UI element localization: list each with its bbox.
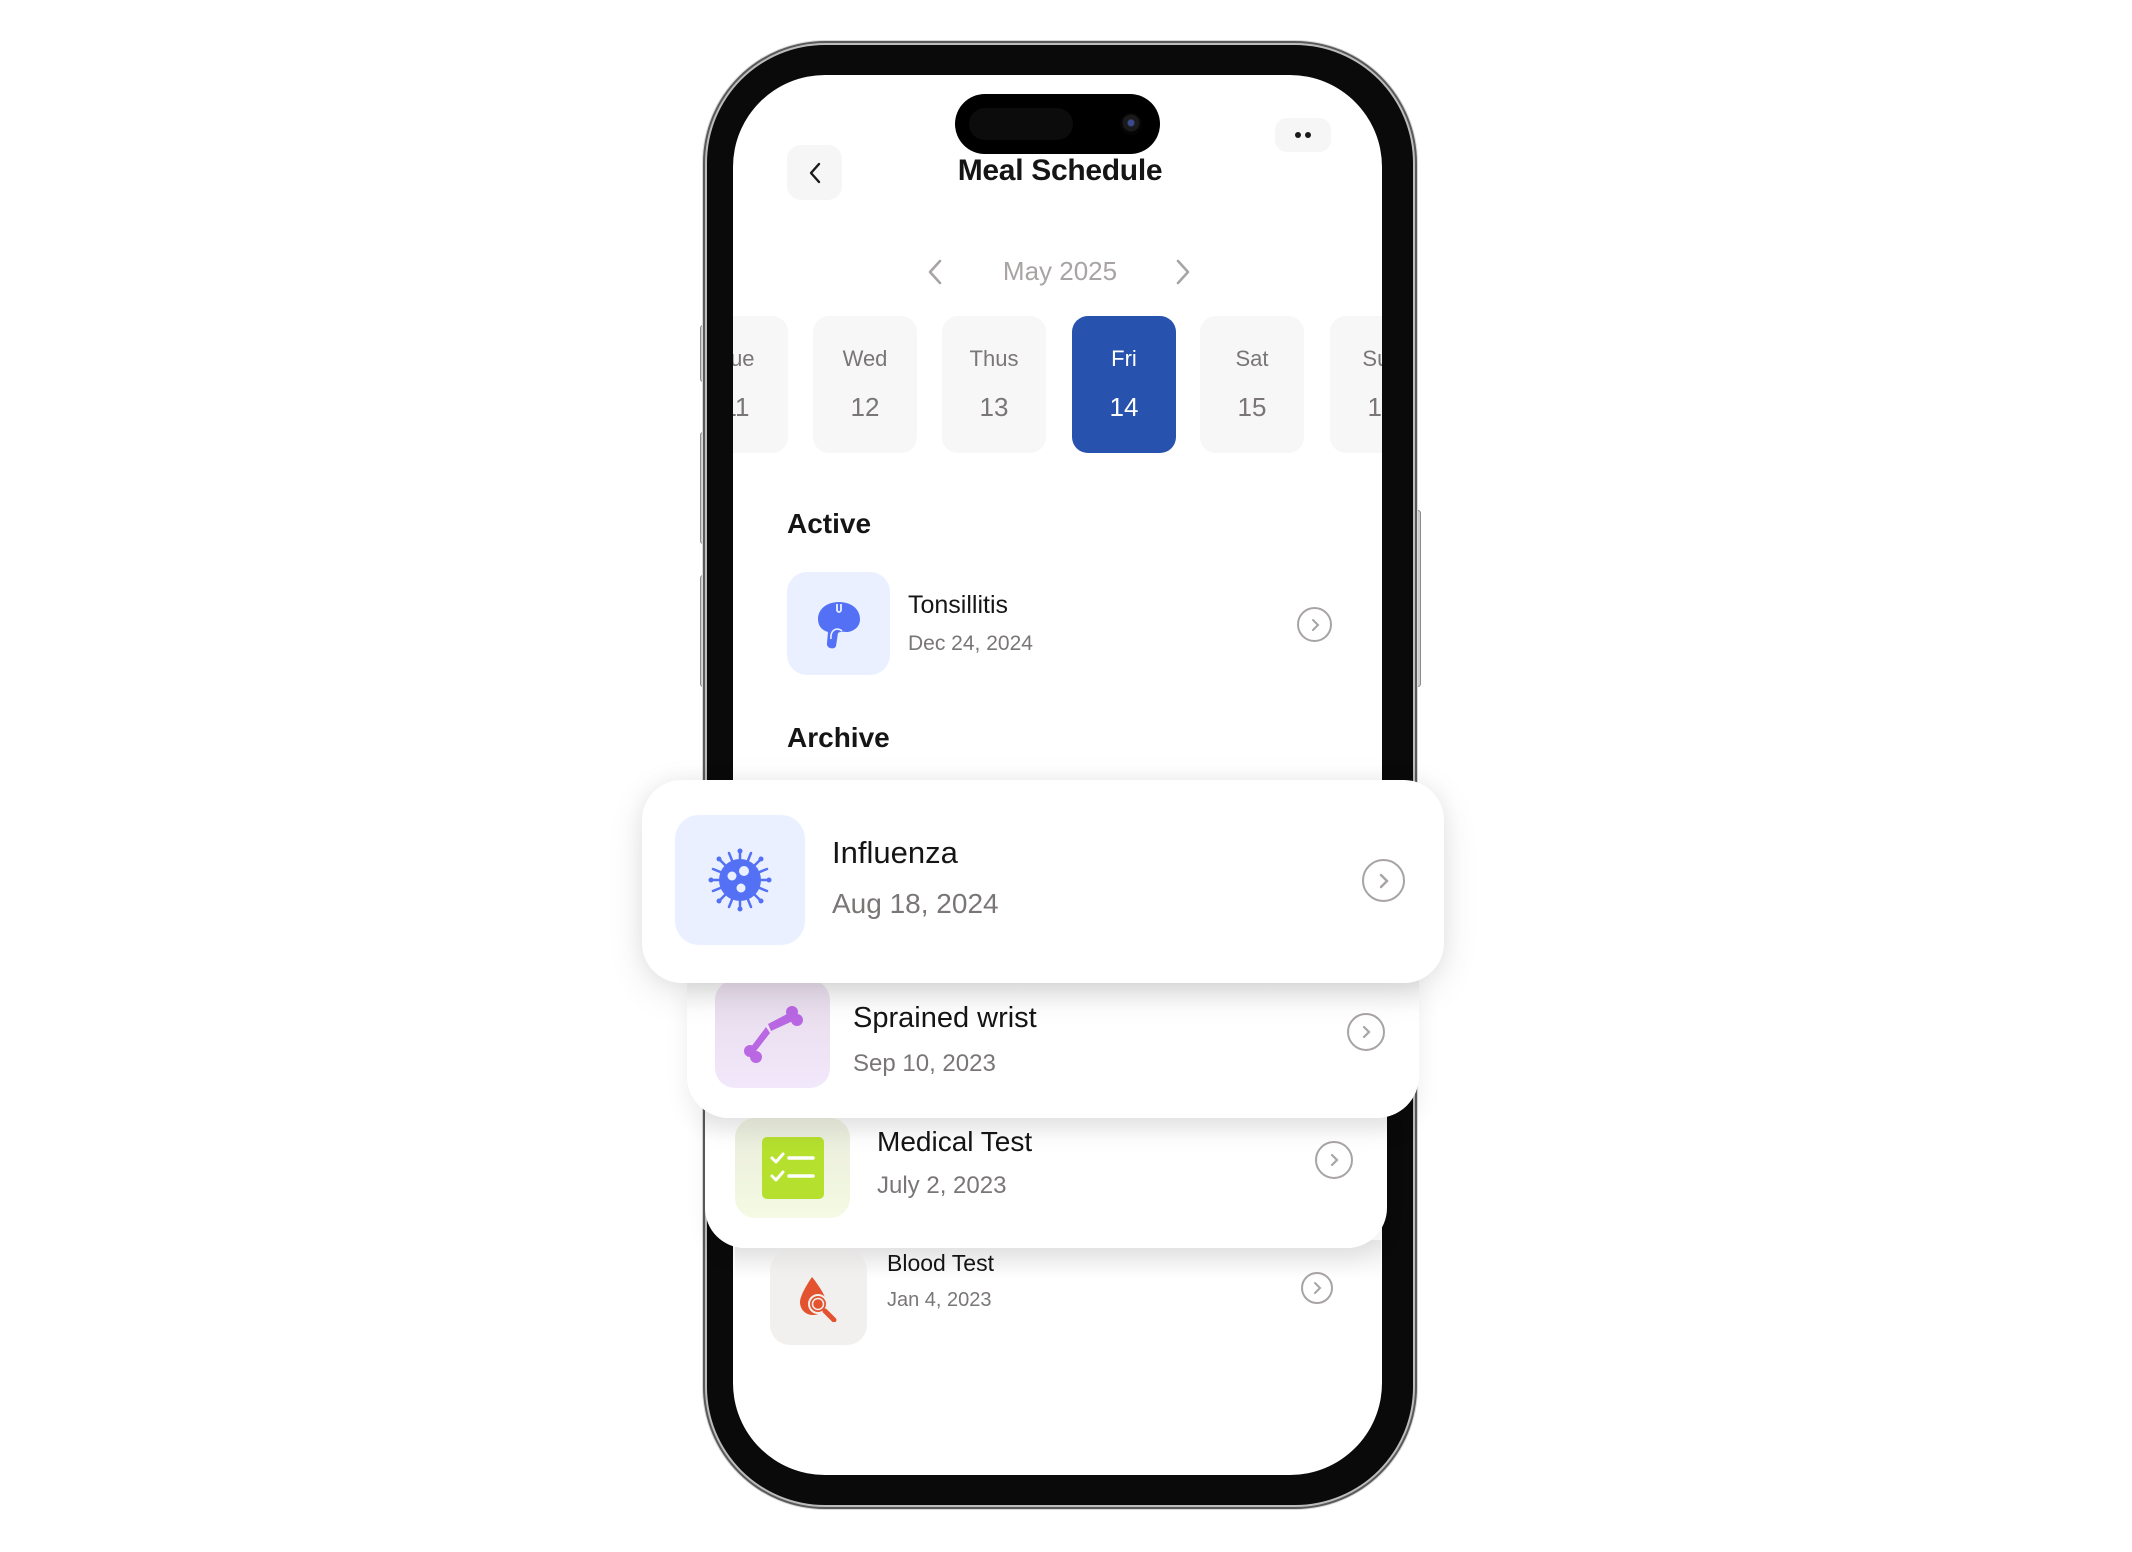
more-dots-icon	[1305, 132, 1311, 138]
more-options-button[interactable]	[1275, 118, 1331, 152]
day-number: 16	[1367, 392, 1382, 422]
item-icon-box	[735, 1118, 850, 1218]
day-name: Fri	[1111, 346, 1137, 371]
list-item-active[interactable]: Tonsillitis Dec 24, 2024	[787, 572, 1347, 676]
item-title: Blood Test	[887, 1250, 994, 1276]
open-item-button[interactable]	[1347, 1013, 1385, 1051]
section-heading-archive: Archive	[787, 722, 890, 753]
item-title: Medical Test	[877, 1126, 1033, 1157]
item-date: Dec 24, 2024	[908, 632, 1033, 655]
phone-volume-up-button	[700, 432, 707, 544]
item-icon-box	[675, 815, 805, 945]
day-card[interactable]: Sun 16	[1330, 316, 1382, 453]
more-dots-icon	[1295, 132, 1301, 138]
broken-bone-icon	[743, 1006, 803, 1063]
item-icon-box	[770, 1250, 867, 1345]
item-icon-box	[787, 572, 890, 675]
day-number: 14	[1109, 392, 1139, 422]
open-item-button[interactable]	[1301, 1272, 1333, 1304]
day-name: Sun	[1362, 346, 1382, 371]
blood-test-icon	[799, 1276, 836, 1322]
chevron-right-icon	[1176, 259, 1190, 285]
item-title: Influenza	[832, 835, 958, 870]
item-title: Tonsillitis	[908, 591, 1009, 619]
day-card[interactable]: Tue 11	[733, 316, 788, 453]
virus-icon	[708, 848, 772, 912]
chevron-left-icon	[809, 162, 820, 183]
list-item-archive[interactable]: Blood Test Jan 4, 2023	[735, 1240, 1381, 1350]
day-name: Sat	[1235, 346, 1269, 371]
day-strip: Tue 11 Wed 12 Thus 13 Fri 14 Sat 15 Sun …	[733, 300, 1382, 470]
island-sensor	[969, 108, 1073, 140]
day-name: Tue	[733, 346, 755, 371]
day-number: 13	[979, 392, 1009, 422]
chevron-right-icon	[1379, 873, 1389, 888]
chevron-right-icon	[1330, 1153, 1339, 1167]
month-label: May 2025	[1002, 256, 1118, 286]
day-name: Wed	[842, 346, 888, 371]
chevron-right-icon	[1362, 1025, 1371, 1039]
day-number: 15	[1237, 392, 1267, 422]
chevron-right-icon	[1311, 618, 1319, 631]
open-item-button[interactable]	[1315, 1141, 1353, 1179]
section-heading-active: Active	[787, 508, 872, 539]
list-item-archive-highlighted[interactable]: Influenza Aug 18, 2024	[642, 780, 1444, 983]
tonsil-icon	[817, 601, 860, 648]
open-item-button[interactable]	[1362, 859, 1405, 902]
checklist-icon	[761, 1137, 824, 1199]
list-item-archive[interactable]: Sprained wrist Sep 10, 2023	[687, 972, 1419, 1118]
page-title: Meal Schedule	[957, 154, 1163, 187]
previous-month-button[interactable]	[920, 255, 950, 289]
phone-volume-down-button	[700, 575, 707, 687]
list-item-archive[interactable]: Medical Test July 2, 2023	[705, 1100, 1387, 1248]
day-name: Thus	[969, 346, 1019, 371]
next-month-button[interactable]	[1168, 255, 1198, 289]
dynamic-island	[955, 94, 1160, 154]
phone-power-button	[1414, 510, 1421, 687]
item-date: July 2, 2023	[877, 1172, 1007, 1199]
day-card[interactable]: Thus 13	[942, 316, 1046, 453]
back-button[interactable]	[787, 145, 842, 200]
day-card[interactable]: Wed 12	[813, 316, 917, 453]
chevron-left-icon	[928, 259, 942, 285]
open-item-button[interactable]	[1297, 607, 1332, 642]
camera-icon	[1120, 113, 1142, 135]
day-card[interactable]: Sat 15	[1200, 316, 1304, 453]
item-icon-box	[715, 980, 830, 1088]
item-title: Sprained wrist	[853, 1002, 1037, 1034]
day-number: 12	[850, 392, 880, 422]
item-date: Aug 18, 2024	[832, 888, 999, 919]
chevron-right-icon	[1314, 1282, 1322, 1294]
day-card-selected[interactable]: Fri 14	[1072, 316, 1176, 453]
item-date: Sep 10, 2023	[853, 1050, 996, 1077]
day-number: 11	[733, 392, 750, 422]
item-date: Jan 4, 2023	[887, 1289, 992, 1311]
phone-action-button	[700, 325, 707, 382]
